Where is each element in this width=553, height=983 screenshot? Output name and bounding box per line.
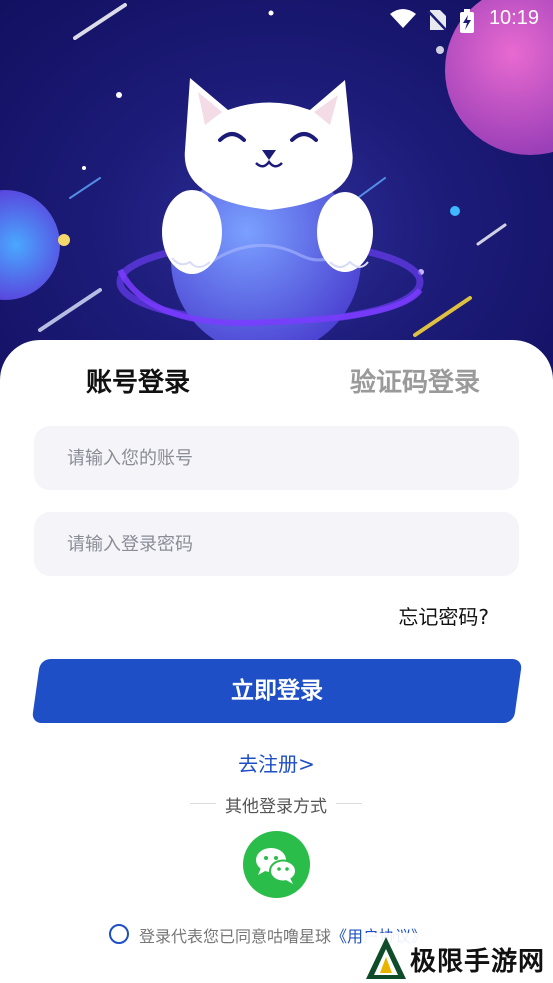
agreement-statement: 登录代表您已同意咕噜星球 (139, 927, 332, 946)
login-button-label[interactable]: 立即登录 (36, 659, 518, 723)
watermark-text: 极限手游网 (410, 947, 546, 977)
account-field[interactable] (34, 426, 519, 490)
status-time: 10:19 (488, 7, 539, 29)
battery-charging-icon (460, 9, 474, 33)
space-cat-illustration (0, 0, 553, 355)
agreement-radio[interactable] (109, 924, 129, 944)
wifi-icon (390, 9, 416, 28)
register-link[interactable]: 去注册> (0, 748, 553, 777)
account-input[interactable] (34, 426, 519, 490)
password-field[interactable] (34, 512, 519, 576)
other-login-divider: 其他登录方式 (190, 792, 362, 817)
forgot-password-link[interactable]: 忘记密码? (398, 601, 489, 630)
wechat-icon (256, 848, 297, 884)
watermark-logo-icon (366, 937, 406, 979)
tab-account-login[interactable]: 账号登录 (86, 362, 190, 399)
status-bar: 10:19 (0, 0, 553, 40)
no-sim-icon (427, 10, 447, 31)
hero-illustration: 10:19 (0, 0, 553, 380)
watermark: 极限手游网 (362, 933, 553, 983)
password-input[interactable] (34, 512, 519, 576)
other-login-label: 其他登录方式 (225, 797, 327, 817)
tab-code-login[interactable]: 验证码登录 (350, 362, 480, 399)
wechat-login-button[interactable] (243, 831, 310, 898)
